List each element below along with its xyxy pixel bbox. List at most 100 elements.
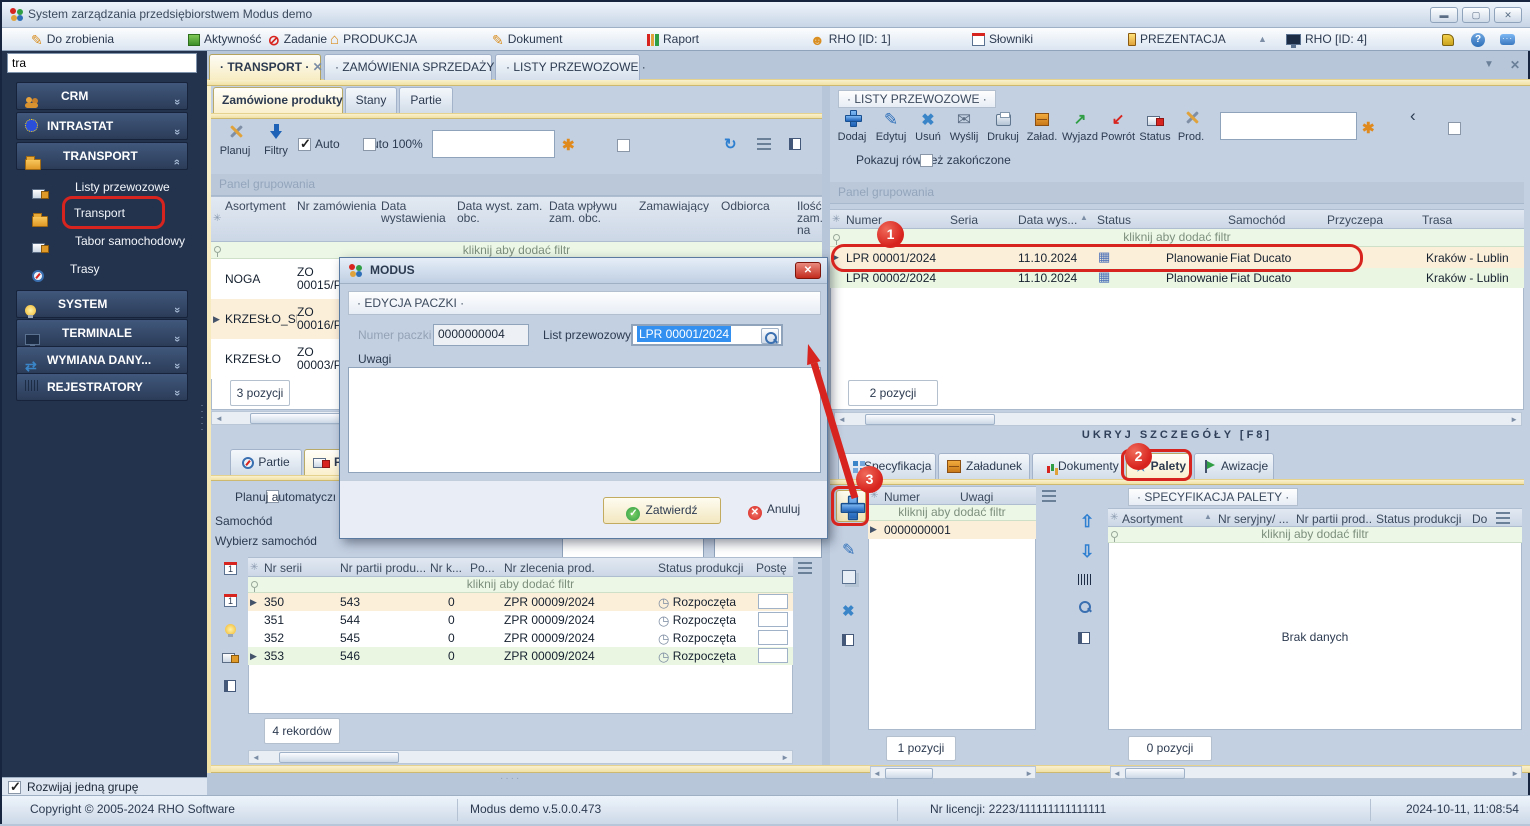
preview-icon[interactable] [1078, 600, 1091, 613]
waybill-row-1-selected[interactable]: ▶ LPR 00001/2024 11.10.2024 ▦ Planowanie… [830, 247, 1524, 268]
sidebar-group-crm[interactable]: CRM» [16, 82, 188, 110]
waybills-hscrollbar[interactable]: ◄► [834, 412, 1522, 426]
menu-prezentacja[interactable]: PREZENTACJA [1128, 31, 1226, 48]
expand-one-group-checkbox[interactable] [8, 781, 21, 794]
col-numer[interactable]: Numer [846, 213, 946, 227]
tab-listy-przewozowe[interactable]: · LISTY PRZEWOZOWE · [495, 54, 640, 80]
period-prev-icon[interactable]: ‹ [1410, 106, 1416, 126]
barcode-icon[interactable] [1078, 574, 1093, 585]
waybills-group-panel[interactable]: Panel grupowania [830, 182, 1524, 204]
tab-transport[interactable]: · TRANSPORT · ✕ [209, 54, 321, 80]
spec-hscrollbar[interactable]: ◄► [1110, 766, 1522, 779]
dialog-title-bar[interactable]: MODUS ✕ [340, 258, 827, 284]
sidebar-item-tabor-samochodowy[interactable]: Tabor samochodowy [22, 228, 188, 254]
col-seria[interactable]: Seria [950, 213, 1006, 227]
batches-row-3[interactable]: 3525450ZPR 00009/2024◷ Rozpoczęta [248, 629, 793, 647]
sidebar-item-listy-przewozowe[interactable]: Listy przewozowe [22, 174, 188, 200]
batches-row-4[interactable]: ▶ 3535460ZPR 00009/2024◷ Rozpoczęta [248, 647, 793, 665]
col-odbiorca[interactable]: Odbiorca [721, 200, 793, 212]
waybills-search-input[interactable] [1220, 112, 1357, 140]
tab-partie-lower[interactable]: Partie [230, 449, 302, 475]
notes-textarea[interactable] [348, 367, 821, 473]
selection-icon[interactable] [224, 680, 236, 692]
col-nr-zlecenia[interactable]: Nr zlecenia prod. [504, 561, 624, 575]
auto-checkbox[interactable] [298, 138, 311, 151]
menu-produkcja[interactable]: ⌂PRODUKCJA [330, 31, 417, 48]
dodaj-button[interactable]: Dodaj [834, 110, 870, 143]
sidebar-splitter[interactable]: ····· [198, 402, 206, 462]
move-up-icon[interactable]: ⇧ [1080, 512, 1094, 532]
packages-filter-row[interactable]: kliknij aby dodać filtr [868, 505, 1036, 521]
menu-rho-4[interactable]: RHO [ID: 4] [1286, 31, 1367, 48]
status-button[interactable]: Status [1136, 110, 1174, 143]
chat-icon[interactable] [1500, 31, 1519, 48]
col-spec-partia[interactable]: Nr partii prod... [1296, 512, 1372, 526]
move-down-icon[interactable]: ⇩ [1080, 542, 1094, 562]
tab-list-dropdown-icon[interactable]: ▼ [1484, 59, 1494, 70]
zaladunek-button[interactable]: Załad. [1024, 110, 1060, 143]
menu-raport[interactable]: Raport [647, 31, 699, 48]
col-data-wys[interactable]: Data wys... [1018, 213, 1078, 227]
filtry-button[interactable]: Filtry [258, 124, 294, 157]
edit-package-icon[interactable]: ✎ [842, 540, 855, 560]
batches-row-2[interactable]: 3515440ZPR 00009/2024◷ Rozpoczęta [248, 611, 793, 629]
waybill-lookup-button[interactable] [761, 328, 779, 344]
help-icon[interactable] [1471, 31, 1489, 48]
prod-button[interactable]: Prod. [1174, 110, 1208, 143]
detail-tab-awizacje[interactable]: Awizacje [1194, 453, 1274, 479]
col-spec-asortyment[interactable]: Asortyment [1122, 512, 1200, 526]
gear-icon[interactable]: ✱ [1362, 119, 1375, 137]
packages-column-chooser-icon[interactable] [1042, 490, 1056, 502]
hide-details-toggle[interactable]: UKRYJ SZCZEGÓŁY [F8] [830, 429, 1524, 441]
car-combo[interactable] [562, 536, 704, 558]
col-trasa[interactable]: Trasa [1422, 213, 1512, 227]
usun-button[interactable]: ✖Usuń [912, 110, 944, 143]
refresh-icon[interactable]: ↻ [724, 135, 737, 153]
menu-dokument[interactable]: ✎Dokument [492, 31, 562, 48]
waybill-field[interactable]: LPR 00001/2024 [631, 324, 783, 346]
col-przyczepa[interactable]: Przyczepa [1327, 213, 1415, 227]
selection-mode-icon[interactable] [789, 138, 801, 150]
menu-rho-1[interactable]: ☻RHO [ID: 1] [810, 31, 891, 48]
selection-icon[interactable] [842, 634, 854, 646]
tab-zamowienia-sprzedazy[interactable]: · ZAMÓWIENIA SPRZEDAŻY · [324, 54, 492, 80]
batches-filter-row[interactable]: kliknij aby dodać filtr [248, 577, 793, 593]
calendar-2-icon[interactable]: 1 [224, 594, 237, 607]
delete-package-icon[interactable]: ✖ [842, 602, 855, 620]
sidebar-group-intrastat[interactable]: INTRASTAT» [16, 112, 188, 140]
selection-icon[interactable] [1078, 632, 1090, 644]
package-row-1[interactable]: ▶ 0000000001 [868, 521, 1036, 539]
copy-icon[interactable] [842, 570, 856, 584]
col-nr-partii[interactable]: Nr partii produ... [340, 561, 426, 575]
detail-tab-dokumenty[interactable]: Dokumenty [1032, 453, 1124, 479]
col-po[interactable]: Po... [470, 561, 502, 575]
detail-tab-zaladunek[interactable]: Załadunek [938, 453, 1030, 479]
col-nr-k[interactable]: Nr k... [430, 561, 468, 575]
bulb-icon[interactable] [225, 624, 236, 635]
col-data-wystawienia[interactable]: Data wystawienia [381, 200, 453, 224]
col-samochod[interactable]: Samochód [1228, 213, 1320, 227]
menu-collapse-icon[interactable]: ▲ [1258, 31, 1267, 48]
dialog-close-icon[interactable]: ✕ [795, 262, 821, 279]
ink-icon[interactable] [1442, 31, 1458, 48]
orders-filter-checkbox[interactable] [617, 139, 630, 152]
col-spec-do[interactable]: Do [1472, 512, 1492, 526]
detail-tab-specyfikacja[interactable]: Specyfikacja [838, 453, 936, 479]
col-nr-serii[interactable]: Nr serii [264, 561, 334, 575]
col-zamawiajacy[interactable]: Zamawiający [639, 200, 719, 212]
col-data-wplywu-zam[interactable]: Data wpływu zam. obc. [549, 200, 635, 224]
sidebar-group-rejestratory[interactable]: REJESTRATORY» [16, 373, 188, 401]
minimize-button[interactable]: ▬ [1430, 7, 1458, 23]
auto100-checkbox[interactable] [363, 138, 376, 151]
edytuj-button[interactable]: ✎Edytuj [872, 110, 910, 143]
waybill-row-2[interactable]: LPR 00002/2024 11.10.2024 ▦ Planowanie F… [830, 268, 1524, 288]
trailer-combo[interactable] [714, 536, 822, 558]
col-pkg-numer[interactable]: Numer [884, 490, 954, 504]
sidebar-item-trasy[interactable]: Trasy [22, 256, 188, 282]
orders-search-input[interactable] [432, 130, 555, 158]
subtab-partie[interactable]: Partie [399, 87, 453, 113]
col-postep[interactable]: Postę [756, 561, 790, 575]
waybills-filter-row[interactable]: kliknij aby dodać filtr [830, 229, 1524, 247]
wyjazd-button[interactable]: ↗Wyjazd [1060, 110, 1100, 143]
batches-hscrollbar[interactable]: ◄► [248, 750, 793, 764]
